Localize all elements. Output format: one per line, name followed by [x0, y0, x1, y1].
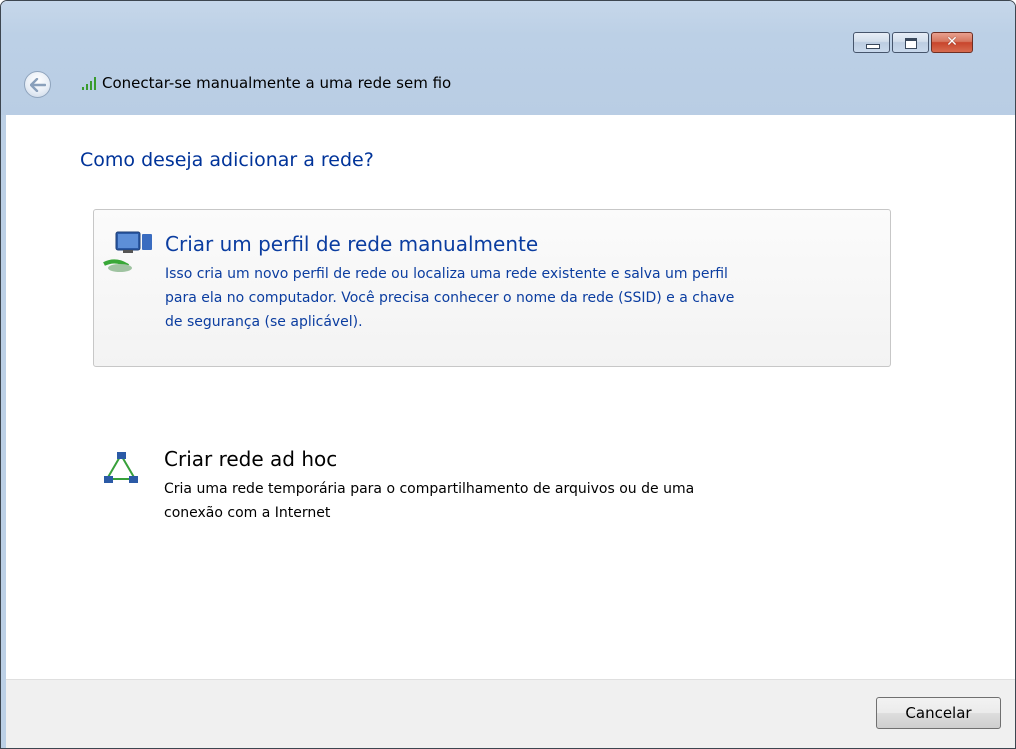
maximize-button[interactable] [892, 32, 929, 53]
option-description-line: conexão com a Internet [164, 505, 331, 521]
option-title: Criar rede ad hoc [164, 447, 338, 471]
wireless-signal-icon [82, 77, 96, 90]
option-manual-profile[interactable]: Criar um perfil de rede manualmente Isso… [93, 209, 891, 367]
minimize-icon [866, 44, 880, 49]
maximize-icon [905, 38, 917, 49]
option-description: Isso cria um novo perfil de rede ou loca… [165, 262, 865, 334]
title-bar [1, 1, 1015, 115]
minimize-button[interactable] [853, 32, 890, 53]
option-description-line: Cria uma rede temporária para o comparti… [164, 481, 695, 497]
content-area [6, 115, 1015, 679]
option-description-line: para ela no computador. Você precisa con… [165, 290, 735, 306]
option-description: Cria uma rede temporária para o comparti… [164, 477, 864, 525]
close-button[interactable]: ✕ [931, 32, 973, 53]
window-title: Conectar-se manualmente a uma rede sem f… [102, 74, 452, 92]
back-arrow-icon [30, 78, 46, 92]
close-icon: ✕ [946, 34, 958, 50]
option-description-line: de segurança (se aplicável). [165, 314, 363, 330]
option-description-line: Isso cria um novo perfil de rede ou loca… [165, 266, 728, 282]
dialog-footer [6, 679, 1015, 748]
network-computer-icon [103, 231, 152, 272]
option-title: Criar um perfil de rede manualmente [165, 232, 539, 256]
page-heading: Como deseja adicionar a rede? [80, 149, 374, 171]
back-button[interactable] [24, 71, 51, 98]
cancel-button[interactable]: Cancelar [876, 697, 1001, 729]
adhoc-network-icon [104, 452, 138, 483]
caption-buttons: ✕ [853, 32, 973, 54]
dialog-window: ✕ Conectar-se manualmente a uma rede sem… [0, 0, 1016, 749]
option-adhoc-network[interactable]: Criar rede ad hoc Cria uma rede temporár… [93, 431, 891, 541]
